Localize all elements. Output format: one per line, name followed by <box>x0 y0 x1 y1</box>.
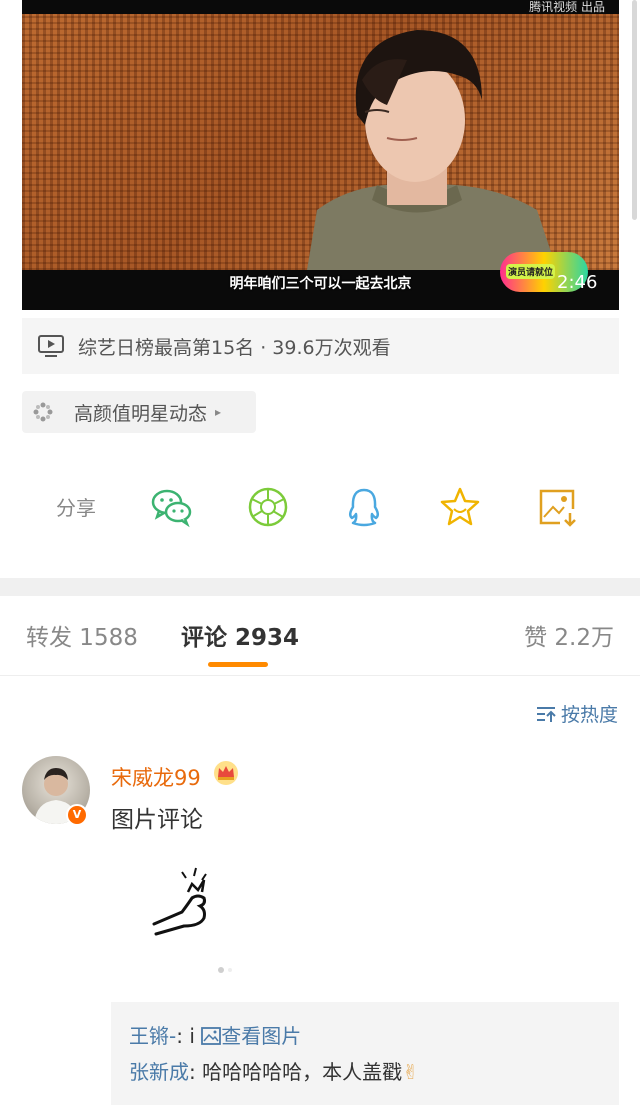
sort-button[interactable]: 按热度 <box>535 700 618 727</box>
sort-icon <box>536 706 556 722</box>
reply-text: 哈哈哈哈哈，本人盖戳 <box>202 1060 403 1084</box>
reply-separator: : <box>176 1024 190 1048</box>
star-icon[interactable] <box>438 485 482 529</box>
moments-icon[interactable] <box>246 485 290 529</box>
active-tab-indicator <box>208 662 268 667</box>
view-image-link[interactable]: 查看图片 <box>201 1024 301 1048</box>
image-pager-dots <box>218 967 232 973</box>
share-label: 分享 <box>56 496 96 520</box>
victory-hand-emoji: ✌ <box>402 1060 419 1084</box>
video-stats-row[interactable]: 综艺日榜最高第15名 · 39.6万次观看 <box>22 318 619 374</box>
reply-item[interactable]: 张新成: 哈哈哈哈哈，本人盖戳✌ <box>129 1054 601 1090</box>
tab-repost[interactable]: 转发 1588 <box>26 618 138 652</box>
comment-replies: 王锵-: i 查看图片 张新成: 哈哈哈哈哈，本人盖戳✌ <box>111 1002 619 1105</box>
reply-username[interactable]: 王锵- <box>129 1024 176 1048</box>
reply-item-partial[interactable] <box>129 1090 601 1104</box>
topic-label: 高颜值明星动态 <box>74 402 208 425</box>
video-watermark: 腾讯视频 出品 <box>529 0 605 14</box>
comment-username[interactable]: 宋威龙99 <box>111 762 201 792</box>
sparkle-icon <box>33 402 53 422</box>
video-person-image <box>307 30 557 270</box>
reply-item[interactable]: 王锵-: i 查看图片 <box>129 1018 601 1054</box>
qq-icon[interactable] <box>342 485 386 529</box>
video-duration: 2:46 <box>557 272 598 293</box>
video-stats-text: 综艺日榜最高第15名 · 39.6万次观看 <box>78 336 391 359</box>
crown-icon <box>214 761 238 785</box>
verified-badge: V <box>66 804 88 826</box>
reply-text: i <box>189 1024 202 1048</box>
view-image-label: 查看图片 <box>221 1024 302 1048</box>
page-scrollbar[interactable] <box>632 0 637 220</box>
wechat-icon[interactable] <box>150 485 194 529</box>
topic-chip[interactable]: 高颜值明星动态 ▸ <box>22 391 256 433</box>
thumbs-up-sticker-image[interactable] <box>148 864 220 956</box>
interaction-tabs: 转发 1588 评论 2934 赞 2.2万 <box>0 596 640 676</box>
reply-username-partial <box>129 1096 135 1104</box>
reply-separator: : <box>189 1060 203 1084</box>
show-logo-text: 演员请就位 <box>506 264 556 279</box>
section-divider <box>0 578 640 596</box>
video-player[interactable]: 腾讯视频 出品 明年咱们三个可以一起去北京 演员请就位 2:46 <box>22 0 619 310</box>
comment-text: 图片评论 <box>111 807 203 833</box>
tab-comments[interactable]: 评论 2934 <box>181 618 299 652</box>
tab-likes[interactable]: 赞 2.2万 <box>524 618 614 652</box>
tv-play-icon <box>38 335 64 357</box>
share-row: 分享 <box>0 480 640 532</box>
chevron-right-icon: ▸ <box>215 405 222 419</box>
save-image-icon[interactable] <box>536 485 580 529</box>
reply-username[interactable]: 张新成 <box>129 1060 189 1084</box>
image-icon <box>201 1027 222 1045</box>
sort-label: 按热度 <box>560 704 618 726</box>
